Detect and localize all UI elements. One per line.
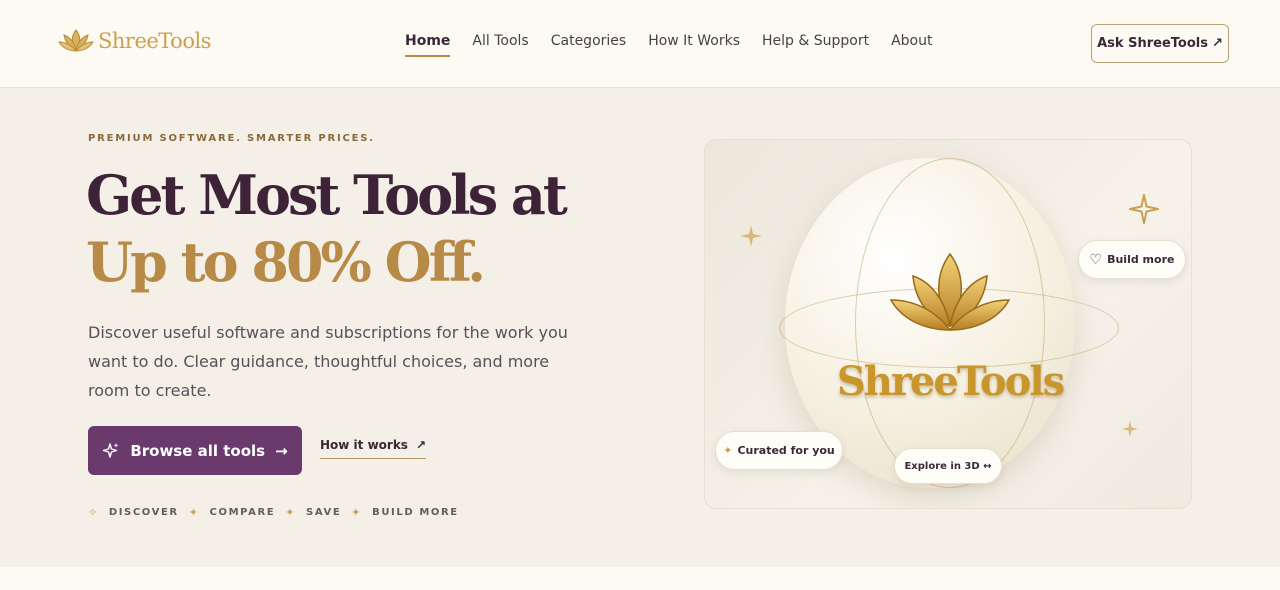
browse-all-tools-button[interactable]: Browse all tools →: [88, 426, 302, 475]
ask-shreetools-button[interactable]: Ask ShreeTools ↗: [1091, 24, 1229, 63]
step-build-more: BUILD MORE: [372, 507, 459, 518]
star-icon: ✦: [351, 506, 363, 519]
next-section-edge: [0, 567, 1280, 590]
heart-icon: ♡: [1089, 251, 1103, 268]
step-compare: COMPARE: [209, 507, 276, 518]
nav-categories[interactable]: Categories: [551, 33, 626, 57]
nav-help-support[interactable]: Help & Support: [762, 33, 869, 57]
build-more-label: Build more: [1107, 253, 1175, 266]
curated-label: Curated for you: [737, 444, 835, 457]
lotus-emblem-icon: [889, 252, 1011, 331]
hero-description: Discover useful software and subscriptio…: [88, 323, 568, 400]
nav-how-it-works[interactable]: How It Works: [648, 33, 740, 57]
arrow-up-right-icon: ↗: [415, 438, 427, 452]
browse-button-label: Browse all tools: [130, 441, 266, 460]
logo[interactable]: ShreeTools: [58, 28, 211, 54]
star-icon: ✦: [285, 506, 297, 519]
arrow-up-right-icon: ↗: [1211, 36, 1223, 51]
site-header: ShreeTools Home All Tools Categories How…: [0, 0, 1280, 88]
headline-line1: Get Most Tools at: [86, 163, 568, 227]
hero-headline: Get Most Tools at Up to 80% Off.: [86, 162, 568, 296]
how-it-works-link[interactable]: How it works ↗: [320, 438, 427, 459]
explore-label: Explore in 3D ↔: [904, 460, 992, 472]
hero-visual-panel: ShreeTools ♡ Build more ✦ Curated for yo…: [704, 139, 1192, 509]
star-icon: ✦: [188, 506, 200, 519]
ask-button-label: Ask ShreeTools: [1097, 36, 1208, 51]
arrow-right-icon: →: [275, 441, 288, 460]
main-nav: Home All Tools Categories How It Works H…: [405, 33, 932, 57]
step-save: SAVE: [306, 507, 342, 518]
brand-wordmark: ShreeTools: [836, 358, 1065, 405]
step-discover: DISCOVER: [108, 507, 179, 518]
sparkle-icon: [1122, 421, 1138, 437]
headline-line2: Up to 80% Off.: [86, 230, 486, 294]
build-more-chip[interactable]: ♡ Build more: [1078, 240, 1186, 279]
sparkle-icon: [103, 442, 119, 458]
logo-text: ShreeTools: [98, 29, 211, 53]
star-icon: ✦: [723, 444, 733, 457]
nav-about[interactable]: About: [891, 33, 932, 57]
hero-eyebrow: PREMIUM SOFTWARE. SMARTER PRICES.: [88, 133, 375, 144]
nav-all-tools[interactable]: All Tools: [472, 33, 528, 57]
star-icon: ✧: [88, 506, 99, 519]
steps-row: ✧ DISCOVER ✦ COMPARE ✦ SAVE ✦ BUILD MORE: [88, 506, 459, 519]
how-link-label: How it works: [320, 438, 408, 452]
nav-home[interactable]: Home: [405, 33, 451, 57]
sparkle-icon: [1129, 194, 1159, 224]
sparkle-icon: [740, 225, 762, 247]
curated-chip[interactable]: ✦ Curated for you: [715, 431, 843, 470]
explore-3d-chip[interactable]: Explore in 3D ↔: [894, 448, 1002, 484]
lotus-logo-icon: [58, 29, 94, 52]
